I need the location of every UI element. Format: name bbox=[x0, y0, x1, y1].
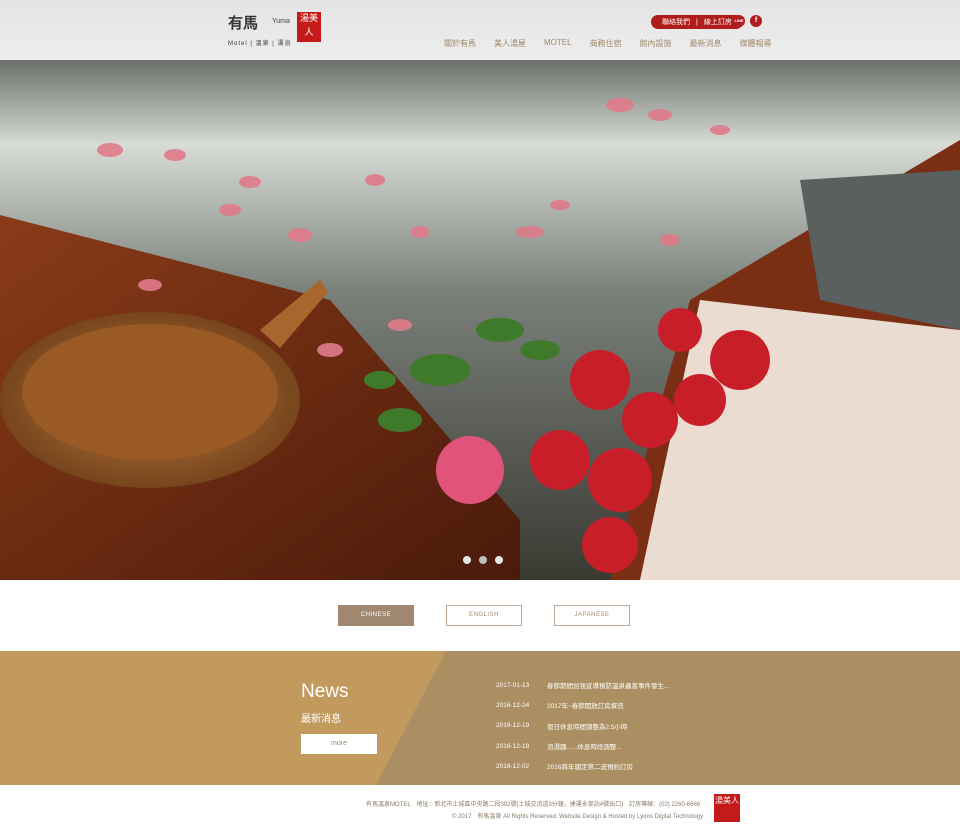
footer-logo-stamp: 湯美人 bbox=[714, 794, 740, 822]
news-background bbox=[0, 651, 446, 785]
page: 有馬 Yuma Motel | 溫泉 | 湯浴 湯美人 聯絡我們 | 線上訂房 … bbox=[0, 0, 960, 828]
news-date: 2016-12-19 bbox=[496, 722, 530, 730]
news-date: 2016-12-19 bbox=[496, 742, 530, 750]
news-date: 2016-12-24 bbox=[496, 701, 530, 709]
news-section: News 最新消息 more 2017-01-13 春節期間加強宣導預防溫泉蟲害… bbox=[0, 651, 960, 785]
news-item[interactable]: 2016-12-24 2017年~春節開放訂房資訊 bbox=[496, 695, 697, 715]
news-title: News bbox=[301, 681, 349, 702]
facebook-icon[interactable]: f bbox=[750, 15, 762, 27]
online-booking-link[interactable]: 線上訂房 bbox=[701, 17, 735, 27]
nav-item-business-stay[interactable]: 商務住宿 bbox=[581, 38, 631, 49]
lang-chinese-button[interactable]: CHINESE bbox=[338, 605, 414, 626]
slider-dot-2[interactable] bbox=[479, 556, 487, 564]
main-nav: 關於有馬 美人湯屋 MOTEL 商務住宿 館內設施 最新消息 媒體報導 bbox=[444, 38, 781, 49]
news-more-button[interactable]: more bbox=[301, 734, 377, 754]
news-item[interactable]: 2016-12-19 假日休息時間調整為2.5小時 bbox=[496, 716, 697, 736]
nav-item-facilities[interactable]: 館內設施 bbox=[631, 38, 681, 49]
news-headline: 泡湯趣......休息時段調整... bbox=[547, 744, 622, 752]
news-list: 2017-01-13 春節期間加強宣導預防溫泉蟲害事件發生... 2016-12… bbox=[496, 675, 697, 776]
site-footer: 有馬溫泉MOTEL 地址：新北市土城區中央路二段392號(土城交流道3分鐘，捷運… bbox=[0, 785, 960, 828]
logo-stamp: 湯美人 bbox=[297, 12, 321, 42]
news-headline: 2016跨年國定第二波預約訂房 bbox=[547, 764, 633, 772]
line-icon-glyph: LINE bbox=[734, 18, 744, 23]
contact-us-link[interactable]: 聯絡我們 bbox=[659, 17, 693, 27]
hero-image bbox=[0, 0, 960, 580]
news-item[interactable]: 2016-12-02 2016跨年國定第二波預約訂房 bbox=[496, 756, 697, 776]
slider-dots bbox=[463, 556, 503, 564]
footer-copyright: © 2017 有馬溫泉 All Rights Reserved. Website… bbox=[452, 814, 704, 820]
news-subtitle: 最新消息 bbox=[301, 714, 341, 725]
nav-item-news[interactable]: 最新消息 bbox=[681, 38, 731, 49]
site-logo[interactable]: 有馬 Yuma Motel | 溫泉 | 湯浴 湯美人 bbox=[228, 12, 324, 50]
news-headline: 2017年~春節開放訂房資訊 bbox=[547, 703, 624, 711]
top-actions-separator: | bbox=[696, 18, 698, 26]
hero-slider bbox=[0, 0, 960, 580]
nav-item-bath-rooms[interactable]: 美人湯屋 bbox=[485, 38, 535, 49]
news-item[interactable]: 2017-01-13 春節期間加強宣導預防溫泉蟲害事件發生... bbox=[496, 675, 697, 695]
news-headline: 假日休息時間調整為2.5小時 bbox=[547, 723, 628, 731]
site-header: 有馬 Yuma Motel | 溫泉 | 湯浴 湯美人 聯絡我們 | 線上訂房 … bbox=[0, 0, 960, 60]
logo-brand-en: Yuma bbox=[272, 18, 290, 25]
logo-mark: 有馬 bbox=[228, 14, 259, 32]
news-date: 2017-01-13 bbox=[496, 681, 530, 689]
line-icon[interactable]: LINE bbox=[733, 15, 745, 27]
footer-address: 有馬溫泉MOTEL 地址：新北市土城區中央路二段392號(土城交流道3分鐘，捷運… bbox=[366, 802, 701, 808]
news-item[interactable]: 2016-12-19 泡湯趣......休息時段調整... bbox=[496, 736, 697, 756]
lang-english-button[interactable]: ENGLISH bbox=[446, 605, 522, 626]
nav-item-motel[interactable]: MOTEL bbox=[535, 38, 581, 49]
news-headline: 春節期間加強宣導預防溫泉蟲害事件發生... bbox=[547, 683, 670, 691]
slider-dot-3[interactable] bbox=[495, 556, 503, 564]
logo-subtitle: Motel | 溫泉 | 湯浴 bbox=[228, 41, 292, 47]
nav-item-about[interactable]: 關於有馬 bbox=[444, 38, 485, 49]
facebook-icon-glyph: f bbox=[754, 17, 758, 24]
lang-japanese-button[interactable]: JAPANESE bbox=[554, 605, 630, 626]
top-actions: 聯絡我們 | 線上訂房 bbox=[651, 15, 743, 29]
nav-item-media[interactable]: 媒體報導 bbox=[731, 38, 781, 49]
news-date: 2016-12-02 bbox=[496, 762, 530, 770]
slider-dot-1[interactable] bbox=[463, 556, 471, 564]
